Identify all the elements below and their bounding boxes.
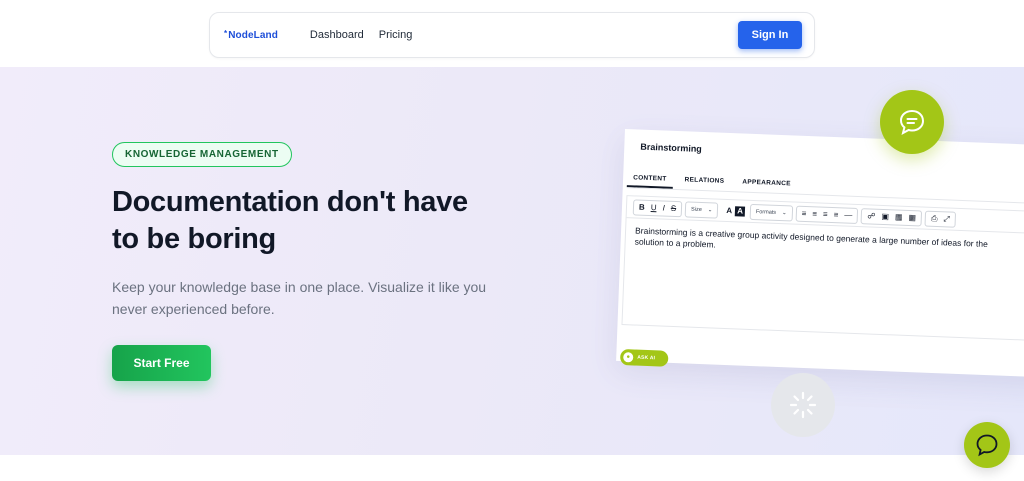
logo-mark: *	[224, 28, 228, 38]
start-free-button[interactable]: Start Free	[112, 345, 211, 381]
list-icon[interactable]: ≡	[830, 207, 841, 221]
chat-widget-button[interactable]	[964, 422, 1010, 468]
navbar: * NodeLand Dashboard Pricing Sign In	[209, 12, 815, 58]
rich-text-editor: B U I S Size ⌄ A A Formats ⌄ ≡ ≡ ≡ ≡ — ☍…	[621, 195, 1024, 342]
font-size-select[interactable]: Size	[688, 202, 705, 217]
fullscreen-icon[interactable]: ⤢	[940, 212, 953, 226]
strikethrough-button[interactable]: S	[668, 201, 680, 215]
sign-in-button[interactable]: Sign In	[738, 21, 802, 49]
logo[interactable]: * NodeLand	[224, 28, 278, 41]
hero-headline: Documentation don't have to be boring	[112, 184, 532, 258]
loading-spinner-icon	[771, 373, 835, 437]
headline-line-1: Documentation don't have	[112, 186, 468, 218]
subtext-line-2: never experienced before.	[112, 301, 275, 317]
hero-subtext: Keep your knowledge base in one place. V…	[112, 276, 512, 320]
table-icon[interactable]: ▦	[905, 210, 919, 225]
subtext-line-1: Keep your knowledge base in one place. V…	[112, 279, 487, 295]
size-group: Size ⌄	[684, 200, 719, 219]
color-group: A A	[721, 202, 747, 219]
ai-icon: ●	[623, 352, 634, 363]
link-icon[interactable]: ☍	[864, 209, 879, 224]
indent-icon[interactable]: ≡	[798, 206, 809, 220]
outdent-icon[interactable]: ≡	[809, 207, 820, 221]
nav-link-dashboard[interactable]: Dashboard	[310, 29, 364, 41]
editor-line-2: solution to a problem.	[634, 236, 717, 250]
insert-group: ☍ ▣ ▦ ▦	[861, 207, 923, 226]
document-title: Brainstorming	[640, 141, 702, 154]
image-icon[interactable]: ▣	[878, 209, 892, 224]
headline-line-2: to be boring	[112, 223, 276, 255]
chevron-down-icon: ⌄	[707, 206, 713, 213]
background-color-button[interactable]: A	[734, 205, 746, 217]
ask-ai-button[interactable]: ● ASK AI	[619, 348, 669, 367]
category-badge: KNOWLEDGE MANAGEMENT	[112, 142, 292, 167]
hero-section: KNOWLEDGE MANAGEMENT Documentation don't…	[0, 67, 1024, 455]
chevron-down-icon: ⌄	[781, 209, 787, 216]
align-left-icon[interactable]: ≡	[820, 207, 831, 221]
logo-text: NodeLand	[228, 29, 278, 41]
formats-select[interactable]: Formats	[753, 204, 780, 219]
editor-preview-card: Brainstorming CONTENT RELATIONS APPEARAN…	[616, 129, 1024, 378]
video-icon[interactable]: ▦	[892, 210, 906, 225]
chat-bubble-icon	[880, 90, 944, 154]
ask-ai-label: ASK AI	[637, 354, 656, 362]
list-align-group: ≡ ≡ ≡ ≡ —	[795, 205, 859, 224]
bold-button[interactable]: B	[636, 200, 648, 214]
font-color-button[interactable]: A	[723, 203, 735, 217]
horizontal-rule-icon[interactable]: —	[841, 208, 856, 223]
formats-group: Formats ⌄	[749, 203, 794, 221]
underline-button[interactable]: U	[648, 200, 660, 214]
print-icon[interactable]: ⎙	[928, 211, 941, 225]
header: * NodeLand Dashboard Pricing Sign In	[0, 0, 1024, 67]
misc-group: ⎙ ⤢	[924, 210, 957, 228]
nav-link-pricing[interactable]: Pricing	[379, 29, 413, 41]
text-style-group: B U I S	[632, 198, 683, 217]
chat-icon	[976, 434, 998, 457]
